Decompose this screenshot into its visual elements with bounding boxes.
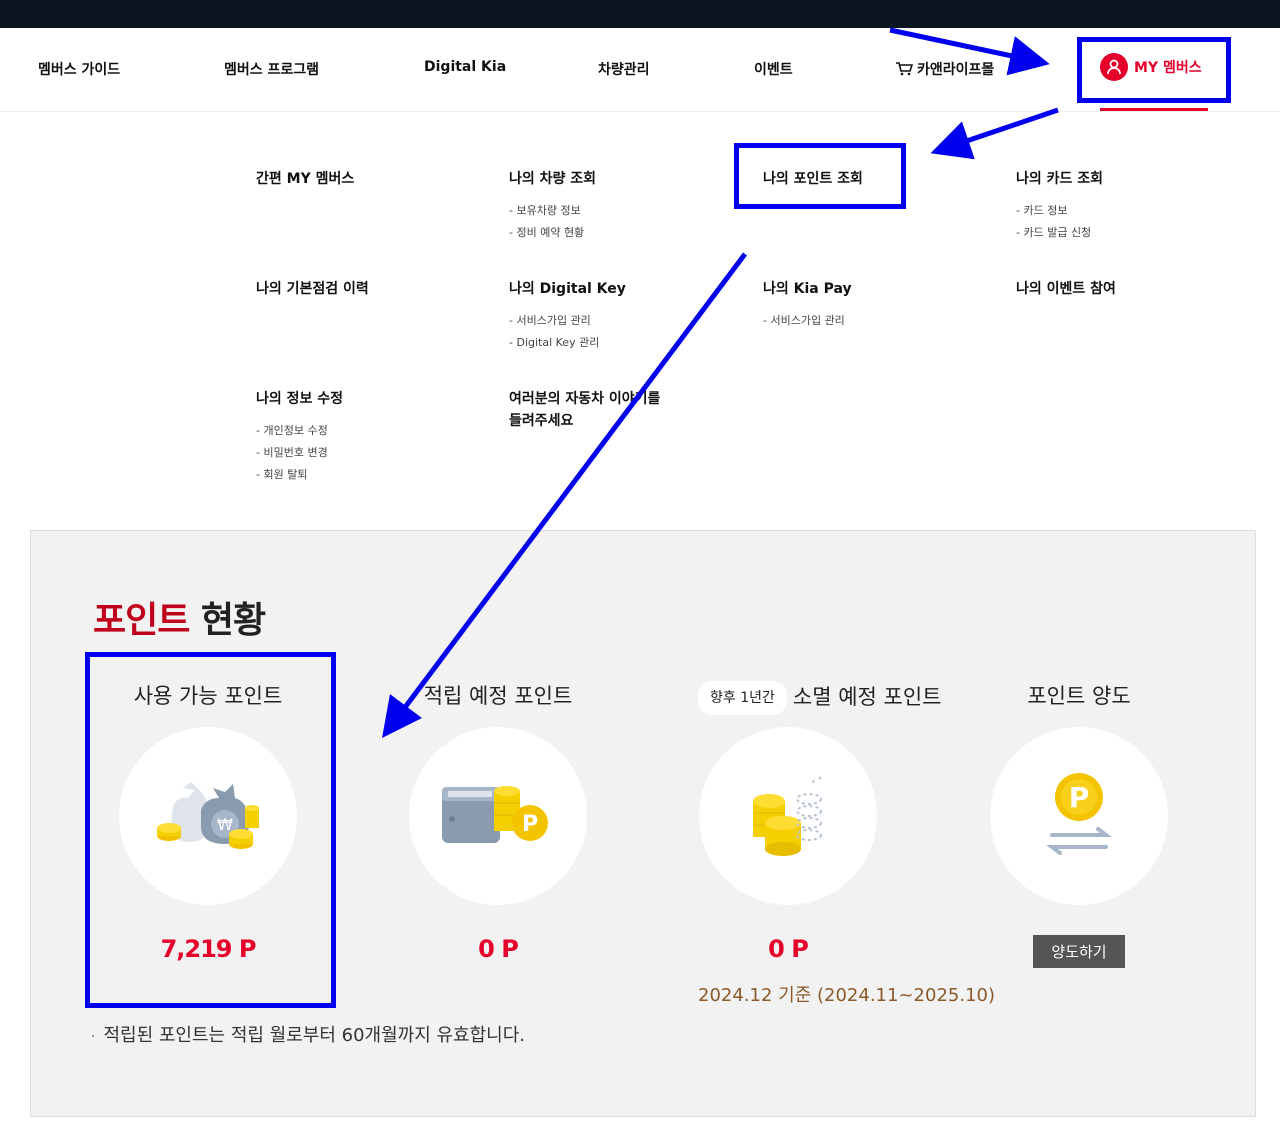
menu-title[interactable]: 나의 이벤트 참여: [1016, 278, 1256, 300]
nav-members-guide[interactable]: 멤버스 가이드: [38, 59, 120, 79]
heading-accent: 포인트: [93, 600, 190, 641]
cart-icon: [896, 62, 913, 76]
svg-text:P: P: [522, 812, 538, 837]
menu-title[interactable]: 나의 기본점검 이력: [256, 278, 496, 300]
menu-sub-item[interactable]: 개인정보 수정: [256, 420, 496, 442]
highlight-available-points: [85, 652, 336, 1008]
menu-sub-item[interactable]: 회원 탈퇴: [256, 464, 496, 486]
menu-quick-my: 간편 MY 멤버스: [256, 168, 496, 190]
period-tag: 향후 1년간: [698, 681, 787, 715]
highlight-my-members: [1077, 37, 1231, 103]
menu-sub-item[interactable]: 비밀번호 변경: [256, 442, 496, 464]
menu-my-vehicle: 나의 차량 조회 보유차량 정보 정비 예약 현황: [509, 168, 749, 244]
menu-my-card: 나의 카드 조회 카드 정보 카드 발급 신청: [1016, 168, 1256, 244]
menu-edit-info: 나의 정보 수정 개인정보 수정 비밀번호 변경 회원 탈퇴: [256, 388, 496, 486]
heading-text: 현황: [200, 600, 266, 641]
notice-text: 적립된 포인트는 적립 월로부터 60개월까지 유효합니다.: [103, 1025, 526, 1046]
mega-menu: 간편 MY 멤버스 나의 차량 조회 보유차량 정보 정비 예약 현황 나의 포…: [0, 113, 1280, 523]
menu-sub-item[interactable]: 서비스가입 관리: [763, 310, 1003, 332]
top-bar: [0, 0, 1280, 28]
menu-car-story: 여러분의 자동차 이야기를 들려주세요: [509, 388, 749, 432]
card-title: 적립 예정 포인트: [423, 684, 573, 708]
menu-sub-item[interactable]: 카드 발급 신청: [1016, 222, 1256, 244]
menu-sub-item[interactable]: 보유차량 정보: [509, 200, 749, 222]
menu-title[interactable]: 여러분의 자동차 이야기를 들려주세요: [509, 388, 749, 432]
point-transfer-icon: P: [990, 727, 1168, 905]
menu-digital-key: 나의 Digital Key 서비스가입 관리 Digital Key 관리: [509, 278, 749, 354]
menu-title[interactable]: 간편 MY 멤버스: [256, 168, 496, 190]
nav-vehicle-management[interactable]: 차량관리: [598, 59, 650, 79]
menu-title[interactable]: 나의 차량 조회: [509, 168, 749, 190]
scheduled-points-card: 적립 예정 포인트 P 0 P: [408, 681, 588, 963]
coins-icon: [699, 727, 877, 905]
nav-events[interactable]: 이벤트: [754, 59, 793, 79]
transfer-button[interactable]: 양도하기: [1033, 935, 1125, 968]
menu-title[interactable]: 나의 Kia Pay: [763, 278, 1003, 300]
menu-inspection-history: 나의 기본점검 이력: [256, 278, 496, 300]
menu-sub-item[interactable]: 정비 예약 현황: [509, 222, 749, 244]
menu-title[interactable]: 나의 카드 조회: [1016, 168, 1256, 190]
svg-text:P: P: [1069, 781, 1090, 814]
active-indicator: [1100, 108, 1208, 111]
nav-digital-kia[interactable]: Digital Kia: [424, 59, 506, 75]
point-transfer-card: 포인트 양도 P 양도하기: [989, 681, 1169, 968]
menu-sub-item[interactable]: 카드 정보: [1016, 200, 1256, 222]
menu-event-participation: 나의 이벤트 참여: [1016, 278, 1256, 300]
expiring-period: 2024.12 기준 (2024.11~2025.10): [698, 985, 995, 1006]
menu-sub-item[interactable]: Digital Key 관리: [509, 332, 749, 354]
card-title: 향후 1년간 소멸 예정 포인트: [698, 681, 941, 715]
nav-car-life-mall[interactable]: 카앤라이프몰: [895, 59, 994, 79]
menu-sub-item[interactable]: 서비스가입 관리: [509, 310, 749, 332]
nav-car-life-mall-label: 카앤라이프몰: [917, 62, 995, 78]
card-title-text: 소멸 예정 포인트: [792, 685, 942, 709]
bullet-icon: ·: [91, 1029, 96, 1045]
wallet-icon: P: [409, 727, 587, 905]
validity-notice: · 적립된 포인트는 적립 월로부터 60개월까지 유효합니다.: [91, 1021, 525, 1047]
expiring-points-value: 0 P: [768, 935, 809, 963]
expiring-points-card: 향후 1년간 소멸 예정 포인트 0 P 2024.12 기준 (2024.11~…: [698, 681, 995, 1007]
scheduled-points-value: 0 P: [478, 935, 519, 963]
menu-title[interactable]: 나의 Digital Key: [509, 278, 749, 300]
card-title: 포인트 양도: [1027, 684, 1131, 708]
highlight-my-points-menu: [734, 143, 906, 209]
point-status-heading: 포인트 현황: [93, 591, 266, 643]
nav-members-program[interactable]: 멤버스 프로그램: [224, 59, 319, 79]
menu-title[interactable]: 나의 정보 수정: [256, 388, 496, 410]
menu-kia-pay: 나의 Kia Pay 서비스가입 관리: [763, 278, 1003, 332]
